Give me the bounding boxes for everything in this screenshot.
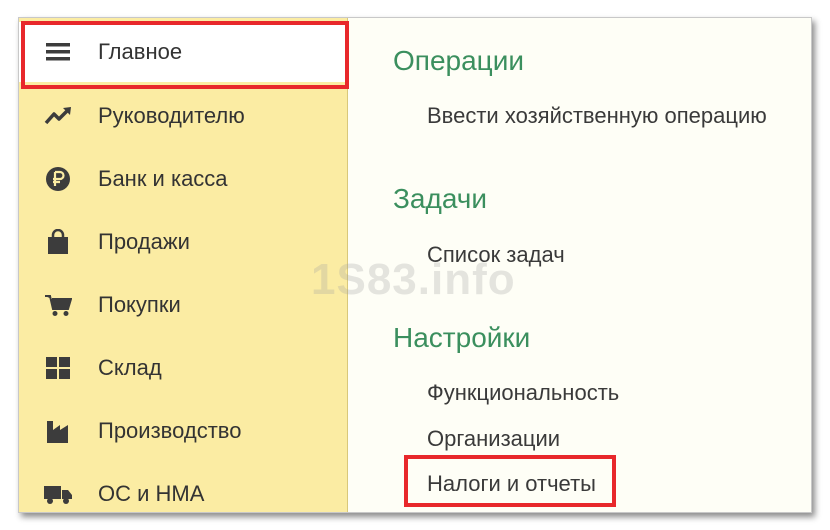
sidebar-item-manager[interactable]: Руководителю: [19, 86, 347, 146]
sidebar-item-assets[interactable]: ОС и НМА: [19, 464, 347, 512]
hamburger-menu-icon: [43, 39, 73, 65]
link-organizations[interactable]: Организации: [427, 426, 560, 452]
shopping-bag-icon: [43, 229, 73, 255]
sidebar-item-label: Главное: [98, 39, 183, 64]
sidebar-item-bank[interactable]: Банк и касса: [19, 149, 347, 209]
ruble-coin-icon: [43, 166, 73, 192]
sidebar-item-label: Склад: [98, 355, 162, 380]
link-enter-operation[interactable]: Ввести хозяйственную операцию: [427, 103, 767, 129]
section-title-operations: Операции: [393, 45, 524, 76]
warehouse-grid-icon: [43, 355, 73, 381]
sidebar-item-label: Производство: [98, 418, 242, 443]
sidebar-item-label: Продажи: [98, 229, 190, 254]
link-taxes-reports[interactable]: Налоги и отчеты: [427, 471, 596, 497]
sidebar-item-purchases[interactable]: Покупки: [19, 275, 347, 335]
truck-icon: [43, 481, 73, 507]
app-window: Главное Руководителю Банк и касса Продаж…: [18, 17, 812, 513]
factory-icon: [43, 418, 73, 444]
sidebar-item-sales[interactable]: Продажи: [19, 212, 347, 272]
section-title-settings: Настройки: [393, 322, 531, 353]
sidebar-item-label: Руководителю: [98, 103, 245, 128]
sidebar-item-label: Покупки: [98, 292, 181, 317]
sidebar-item-production[interactable]: Производство: [19, 401, 347, 461]
watermark-text: 1S83.info: [311, 255, 516, 304]
shopping-cart-icon: [43, 292, 73, 318]
section-title-tasks: Задачи: [393, 183, 488, 214]
sidebar-item-label: ОС и НМА: [98, 481, 205, 506]
sidebar-item-label: Банк и касса: [98, 166, 228, 191]
sidebar-item-warehouse[interactable]: Склад: [19, 338, 347, 398]
sidebar: Главное Руководителю Банк и касса Продаж…: [19, 18, 349, 512]
sidebar-item-main[interactable]: Главное: [19, 22, 347, 82]
link-functionality[interactable]: Функциональность: [427, 380, 619, 406]
trend-chart-icon: [43, 103, 73, 129]
